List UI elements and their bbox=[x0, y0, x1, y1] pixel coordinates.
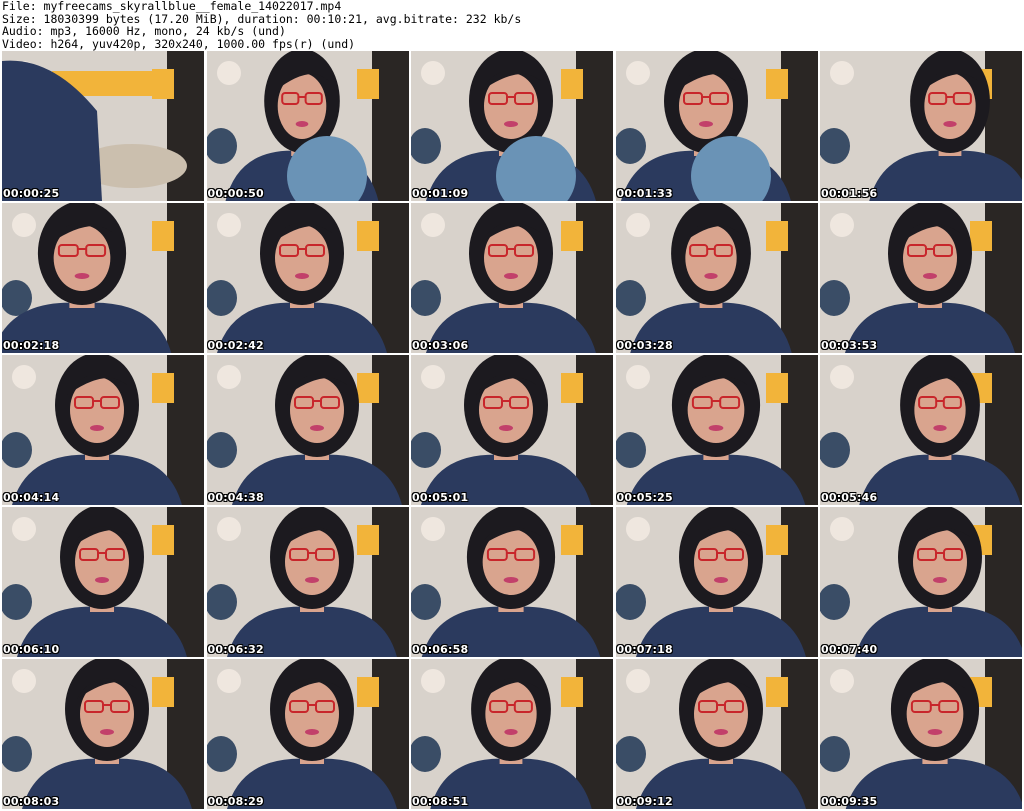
video-thumbnail: 00:00:50 bbox=[206, 51, 409, 201]
frame-image bbox=[206, 51, 409, 201]
video-thumbnail: 00:08:51 bbox=[411, 659, 613, 809]
thumbnail-timestamp: 00:00:50 bbox=[207, 187, 264, 200]
video-thumbnail: 00:06:10 bbox=[2, 507, 204, 657]
thumbnail-timestamp: 00:07:18 bbox=[616, 643, 673, 656]
thumbnail-timestamp: 00:00:25 bbox=[3, 187, 60, 200]
frame-image bbox=[2, 203, 204, 353]
thumbnail-timestamp: 00:02:18 bbox=[3, 339, 60, 352]
frame-image bbox=[820, 355, 1022, 505]
thumbnail-timestamp: 00:08:03 bbox=[3, 795, 60, 808]
thumbnail-timestamp: 00:01:09 bbox=[412, 187, 469, 200]
video-thumbnail: 00:09:35 bbox=[820, 659, 1022, 809]
frame-image bbox=[206, 507, 409, 657]
video-thumbnail: 00:03:53 bbox=[820, 203, 1022, 353]
video-thumbnail: 00:08:29 bbox=[206, 659, 409, 809]
frame-image bbox=[820, 203, 1022, 353]
frame-image bbox=[411, 51, 613, 201]
video-thumbnail: 00:01:56 bbox=[820, 51, 1022, 201]
thumbnail-grid: 00:00:25 00:00:50 00:01:09 00:01:33 00:01:56… bbox=[2, 51, 1022, 809]
video-thumbnail: 00:01:09 bbox=[411, 51, 613, 201]
video-thumbnail: 00:05:25 bbox=[615, 355, 818, 505]
thumbnail-timestamp: 00:04:38 bbox=[207, 491, 264, 504]
frame-image bbox=[411, 203, 613, 353]
video-info-line: Video: h264, yuv420p, 320x240, 1000.00 f… bbox=[2, 36, 356, 51]
frame-image bbox=[615, 659, 818, 809]
thumbnail-timestamp: 00:06:58 bbox=[412, 643, 469, 656]
thumbnail-timestamp: 00:07:40 bbox=[821, 643, 878, 656]
frame-image bbox=[206, 355, 409, 505]
video-thumbnail: 00:07:18 bbox=[615, 507, 818, 657]
frame-image bbox=[2, 507, 204, 657]
frame-image bbox=[820, 659, 1022, 809]
frame-image bbox=[2, 659, 204, 809]
thumbnail-timestamp: 00:04:14 bbox=[3, 491, 60, 504]
thumbnail-timestamp: 00:05:25 bbox=[616, 491, 673, 504]
video-thumbnail: 00:08:03 bbox=[2, 659, 204, 809]
thumbnail-timestamp: 00:06:32 bbox=[207, 643, 264, 656]
video-thumbnail: 00:03:28 bbox=[615, 203, 818, 353]
thumbnail-timestamp: 00:03:06 bbox=[412, 339, 469, 352]
video-thumbnail: 00:04:38 bbox=[206, 355, 409, 505]
thumbnail-timestamp: 00:06:10 bbox=[3, 643, 60, 656]
thumbnail-timestamp: 00:08:29 bbox=[207, 795, 264, 808]
frame-image bbox=[206, 203, 409, 353]
video-thumbnail: 00:03:06 bbox=[411, 203, 613, 353]
video-thumbnail: 00:05:01 bbox=[411, 355, 613, 505]
video-thumbnail: 00:01:33 bbox=[615, 51, 818, 201]
frame-image bbox=[820, 507, 1022, 657]
frame-image bbox=[615, 203, 818, 353]
video-thumbnail: 00:00:25 bbox=[2, 51, 204, 201]
frame-image bbox=[2, 51, 204, 201]
thumbnail-timestamp: 00:05:46 bbox=[821, 491, 878, 504]
frame-image bbox=[411, 659, 613, 809]
audio-info-line: Audio: mp3, 16000 Hz, mono, 24 kb/s (und… bbox=[2, 24, 286, 38]
frame-image bbox=[615, 355, 818, 505]
thumbnail-timestamp: 00:01:33 bbox=[616, 187, 673, 200]
video-thumbnail: 00:04:14 bbox=[2, 355, 204, 505]
thumbnail-timestamp: 00:02:42 bbox=[207, 339, 264, 352]
video-thumbnail: 00:02:18 bbox=[2, 203, 204, 353]
frame-image bbox=[411, 507, 613, 657]
video-thumbnail: 00:06:32 bbox=[206, 507, 409, 657]
frame-image bbox=[615, 51, 818, 201]
video-thumbnail: 00:09:12 bbox=[615, 659, 818, 809]
video-thumbnail: 00:07:40 bbox=[820, 507, 1022, 657]
video-info-header: File: myfreecams_skyrallblue__female_140… bbox=[2, 0, 1022, 50]
frame-image bbox=[411, 355, 613, 505]
thumbnail-timestamp: 00:09:12 bbox=[616, 795, 673, 808]
frame-image bbox=[206, 659, 409, 809]
frame-image bbox=[615, 507, 818, 657]
thumbnail-timestamp: 00:08:51 bbox=[412, 795, 469, 808]
thumbnail-timestamp: 00:09:35 bbox=[821, 795, 878, 808]
video-thumbnail: 00:02:42 bbox=[206, 203, 409, 353]
thumbnail-timestamp: 00:03:53 bbox=[821, 339, 878, 352]
thumbnail-timestamp: 00:05:01 bbox=[412, 491, 469, 504]
frame-image bbox=[2, 355, 204, 505]
video-thumbnail: 00:05:46 bbox=[820, 355, 1022, 505]
video-thumbnail: 00:06:58 bbox=[411, 507, 613, 657]
file-name-line: File: myfreecams_skyrallblue__female_140… bbox=[2, 0, 342, 13]
frame-image bbox=[820, 51, 1022, 201]
thumbnail-timestamp: 00:01:56 bbox=[821, 187, 878, 200]
thumbnail-timestamp: 00:03:28 bbox=[616, 339, 673, 352]
